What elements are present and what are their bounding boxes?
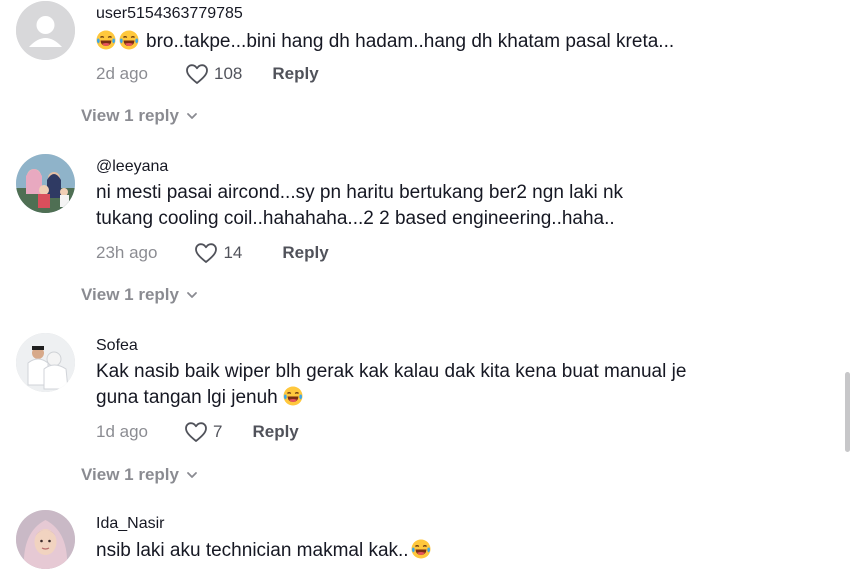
- like-count: 7: [213, 422, 223, 441]
- reply-button[interactable]: Reply: [272, 64, 318, 84]
- comment-text-line: Kak nasib baik wiper blh gerak kak kalau…: [96, 361, 687, 382]
- comment-username[interactable]: @leeyana: [96, 158, 168, 176]
- scrollbar-thumb[interactable]: [845, 372, 850, 452]
- heart-icon: [194, 242, 218, 264]
- view-replies-label: View 1 reply: [81, 285, 179, 304]
- laughing-tears-emoji: [96, 30, 116, 50]
- like-button[interactable]: 14: [194, 242, 242, 264]
- chevron-down-icon: [185, 288, 199, 302]
- like-count: 108: [214, 64, 243, 83]
- chevron-down-icon: [185, 468, 199, 482]
- default-avatar-icon[interactable]: [16, 1, 75, 60]
- reply-button[interactable]: Reply: [282, 243, 328, 263]
- view-replies-label: View 1 reply: [81, 465, 179, 484]
- comment-meta: 2d ago 108 Reply: [96, 62, 319, 86]
- view-replies-label: View 1 reply: [81, 106, 179, 125]
- comment-username[interactable]: Sofea: [96, 337, 138, 355]
- like-button[interactable]: 108: [185, 63, 242, 85]
- couple-photo-avatar[interactable]: [16, 333, 75, 392]
- comment-text: nsib laki aku technician makmal kak..: [96, 538, 816, 564]
- comment-text-line: guna tangan lgi jenuh: [96, 387, 278, 408]
- family-photo-avatar[interactable]: [16, 154, 75, 213]
- hijab-photo-avatar[interactable]: [16, 510, 75, 569]
- laughing-tears-emoji: [411, 539, 431, 559]
- comment-username[interactable]: user5154363779785: [96, 5, 243, 23]
- comment-meta: 23h ago 14 Reply: [96, 241, 329, 265]
- comment-text-line: ni mesti pasai aircond...sy pn haritu be…: [96, 182, 624, 203]
- comment-text-line: bro..takpe...bini hang dh hadam..hang dh…: [146, 31, 675, 52]
- laughing-tears-emoji: [283, 386, 303, 406]
- comment-time: 1d ago: [96, 422, 148, 441]
- heart-icon: [185, 63, 209, 85]
- like-count: 14: [223, 243, 243, 262]
- comment-meta: 1d ago 7 Reply: [96, 420, 299, 444]
- comment-time: 23h ago: [96, 243, 158, 262]
- comment-text: ni mesti pasai aircond...sy pn haritu be…: [96, 180, 816, 232]
- comment-text-line: tukang cooling coil..hahahaha...2 2 base…: [96, 208, 615, 229]
- view-replies-button[interactable]: View 1 reply: [81, 285, 199, 305]
- comment-text-line: nsib laki aku technician makmal kak..: [96, 540, 409, 561]
- comment-username[interactable]: Ida_Nasir: [96, 515, 164, 533]
- comment-item: Ida_Nasir nsib laki aku technician makma…: [0, 508, 840, 573]
- comment-item: Sofea Kak nasib baik wiper blh gerak kak…: [0, 330, 840, 490]
- heart-icon: [184, 421, 208, 443]
- view-replies-button[interactable]: View 1 reply: [81, 465, 199, 485]
- comment-item: user5154363779785 bro..takpe...bini hang…: [0, 0, 840, 130]
- reply-button[interactable]: Reply: [252, 422, 298, 442]
- comment-time: 2d ago: [96, 64, 148, 83]
- laughing-tears-emoji: [119, 30, 139, 50]
- comment-text: Kak nasib baik wiper blh gerak kak kalau…: [96, 359, 816, 411]
- view-replies-button[interactable]: View 1 reply: [81, 106, 199, 126]
- like-button[interactable]: 7: [184, 421, 222, 443]
- comment-text: bro..takpe...bini hang dh hadam..hang dh…: [96, 29, 816, 55]
- comment-item: @leeyana ni mesti pasai aircond...sy pn …: [0, 150, 840, 310]
- chevron-down-icon: [185, 109, 199, 123]
